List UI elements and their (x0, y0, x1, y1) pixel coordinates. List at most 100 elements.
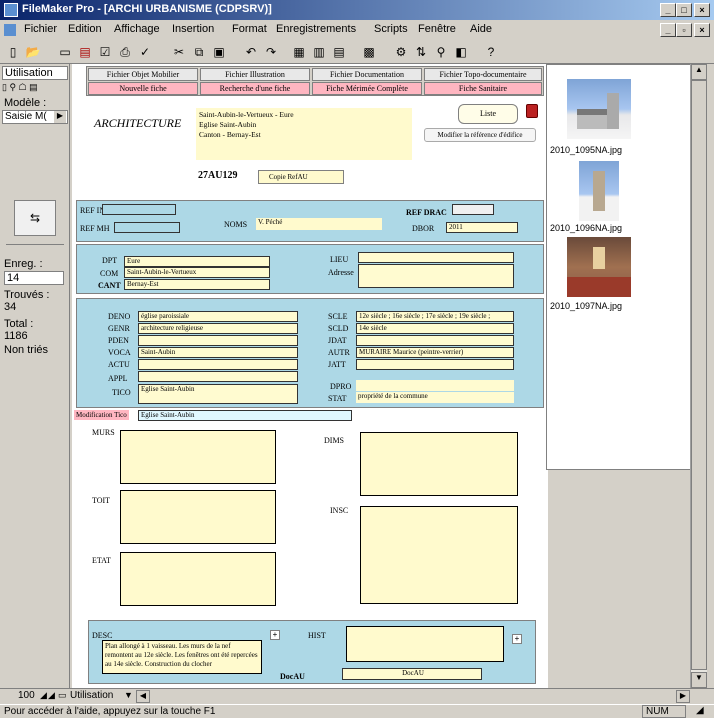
scroll-thumb[interactable] (691, 80, 707, 670)
scle-field[interactable]: 12e siècle ; 16e siècle ; 17e siècle ; 1… (356, 311, 514, 322)
menu-fenetre[interactable]: Fenêtre (418, 23, 456, 35)
deno-field[interactable]: église paroissiale (138, 311, 298, 322)
adresse-field[interactable] (358, 264, 514, 288)
refinv-field[interactable] (102, 204, 176, 215)
menu-enregistrements[interactable]: Enregistrements (276, 23, 356, 35)
hist-field[interactable] (346, 626, 504, 662)
actu-field[interactable] (138, 359, 298, 370)
toit-field[interactable] (120, 490, 276, 544)
scroll-down-icon[interactable]: ▼ (691, 672, 707, 688)
menu-aide[interactable]: Aide (470, 23, 492, 35)
hist-expand-button[interactable]: + (512, 634, 522, 644)
layout-icon[interactable]: ⚙ (392, 43, 410, 61)
voca-field[interactable]: Saint-Aubin (138, 347, 298, 358)
menu-insertion[interactable]: Insertion (172, 23, 214, 35)
church-interior-thumbnail[interactable] (567, 237, 631, 297)
copy-icon[interactable]: ⧉ (190, 43, 208, 61)
close-button[interactable]: × (694, 3, 710, 17)
genr-field[interactable]: architecture religieuse (138, 323, 298, 334)
mode-popup[interactable]: Utilisation (70, 690, 113, 701)
menu-scripts[interactable]: Scripts (374, 23, 408, 35)
desc-expand-button[interactable]: + (270, 630, 280, 640)
church-exterior-thumbnail[interactable] (567, 79, 631, 139)
menu-edition[interactable]: Edition (68, 23, 102, 35)
com-field[interactable]: Saint-Aubin-le-Vertueux (124, 267, 270, 278)
sort-icon[interactable]: ⇅ (412, 43, 430, 61)
nav-nouvelle-fiche[interactable]: Nouvelle fiche (88, 82, 198, 95)
docau-field[interactable]: DocAU (342, 668, 482, 680)
scroll-right-icon[interactable]: ▶ (676, 690, 690, 703)
find-icon[interactable]: ⚲ (432, 43, 450, 61)
nav-fichier-objet[interactable]: Fichier Objet Mobilier (88, 68, 198, 81)
zoom-level[interactable]: 100 (18, 690, 35, 701)
nav-recherche[interactable]: Recherche d'une fiche (200, 82, 310, 95)
menu-format[interactable]: Format (232, 23, 267, 35)
help-icon[interactable]: ? (482, 43, 500, 61)
cut-icon[interactable]: ✂ (170, 43, 188, 61)
record-slider[interactable] (6, 244, 64, 250)
table-icon[interactable]: ▦ (290, 43, 308, 61)
autr-field[interactable]: MURAIRE Maurice (peintre-verrier) (356, 347, 514, 358)
check-icon[interactable]: ☑ (96, 43, 114, 61)
nav-fiche-sanitaire[interactable]: Fiche Sanitaire (424, 82, 542, 95)
jatt-field[interactable] (356, 359, 514, 370)
list-icon[interactable]: ▤ (330, 43, 348, 61)
chart-icon[interactable]: ▩ (360, 43, 378, 61)
new-doc-icon[interactable]: ▯ (4, 43, 22, 61)
layout-dropdown[interactable]: Saisie M( ▶ (2, 110, 68, 124)
nav-fichier-topo[interactable]: Fichier Topo-documentaire (424, 68, 542, 81)
cant-field[interactable]: Bernay-Est (124, 279, 270, 290)
form-icon[interactable]: ▥ (310, 43, 328, 61)
stat-field[interactable]: propriété de la commune (356, 392, 514, 403)
resize-grip-icon[interactable]: ◢ (696, 705, 704, 716)
chevron-down-icon[interactable]: ▼ (124, 690, 133, 700)
murs-field[interactable] (120, 430, 276, 484)
mode-icons[interactable]: ▯ ⚲ ☖ ▤ (2, 82, 68, 96)
modification-tico-field[interactable]: Eglise Saint-Aubin (138, 410, 352, 421)
appl-field[interactable] (138, 371, 298, 382)
red-stop-icon[interactable] (526, 104, 538, 118)
main-scrollbar[interactable]: ▲ ▼ (690, 64, 707, 688)
dbor-field[interactable]: 2011 (446, 222, 518, 233)
status-toggle-icon[interactable]: ▭ (58, 690, 67, 701)
noms-field[interactable]: V. Péché (256, 218, 382, 230)
scld-field[interactable]: 14e siècle (356, 323, 514, 334)
mode-selector[interactable]: Utilisation (2, 66, 68, 80)
record-input[interactable]: 14 (4, 271, 64, 285)
nav-fichier-illustration[interactable]: Fichier Illustration (200, 68, 310, 81)
menu-fichier[interactable]: Fichier (24, 23, 57, 35)
tico-field[interactable]: Eglise Saint-Aubin (138, 384, 298, 404)
maximize-button[interactable]: □ (676, 3, 692, 17)
db-icon[interactable]: ▤ (76, 43, 94, 61)
spell-icon[interactable]: ✓ (136, 43, 154, 61)
nav-fichier-documentation[interactable]: Fichier Documentation (312, 68, 422, 81)
lieu-field[interactable] (358, 252, 514, 263)
etat-field[interactable] (120, 552, 276, 606)
redo-icon[interactable]: ↷ (262, 43, 280, 61)
child-minimize-button[interactable]: _ (660, 23, 676, 37)
dims-field[interactable] (360, 432, 518, 496)
refdrac-field[interactable] (452, 204, 494, 215)
record-icon[interactable]: ◧ (452, 43, 470, 61)
menu-affichage[interactable]: Affichage (114, 23, 160, 35)
child-restore-button[interactable]: ▫ (676, 23, 692, 37)
dpt-field[interactable]: Eure (124, 256, 270, 267)
jdat-field[interactable] (356, 335, 514, 346)
liste-button[interactable]: Liste (458, 104, 518, 124)
child-close-button[interactable]: × (694, 23, 710, 37)
pden-field[interactable] (138, 335, 298, 346)
zoom-out-icon[interactable]: ◢ (40, 690, 47, 701)
dpro-field[interactable] (356, 380, 514, 391)
save-icon[interactable]: ▭ (56, 43, 74, 61)
print-icon[interactable]: ⎙ (116, 43, 134, 61)
copie-refau-button[interactable]: Copie RefAU (258, 170, 344, 184)
open-icon[interactable]: 📂 (24, 43, 42, 61)
insc-field[interactable] (360, 506, 518, 604)
desc-field[interactable]: Plan allongé à 1 vaisseau. Les murs de l… (102, 640, 262, 674)
paste-icon[interactable]: ▣ (210, 43, 228, 61)
modifier-reference-button[interactable]: Modifier la référence d'édifice (424, 128, 536, 142)
church-tower-thumbnail[interactable] (579, 161, 619, 221)
undo-icon[interactable]: ↶ (242, 43, 260, 61)
scroll-up-icon[interactable]: ▲ (691, 64, 707, 80)
refmh-field[interactable] (114, 222, 180, 233)
